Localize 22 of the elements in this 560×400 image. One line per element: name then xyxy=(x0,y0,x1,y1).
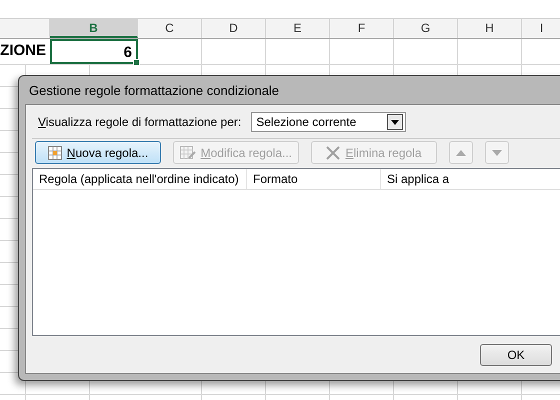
up-arrow-icon xyxy=(456,150,466,156)
grid-icon xyxy=(48,146,62,160)
column-header[interactable]: D xyxy=(202,19,266,38)
column-header[interactable]: Formato xyxy=(247,169,381,189)
close-icon xyxy=(326,146,340,160)
column-header[interactable]: Regola (applicata nell'ordine indicato) xyxy=(33,169,247,189)
column-header[interactable]: G xyxy=(394,19,458,38)
column-header[interactable]: C xyxy=(138,19,202,38)
column-header[interactable]: H xyxy=(458,19,522,38)
ok-button[interactable]: OK xyxy=(480,344,552,366)
column-header[interactable]: Si applica a xyxy=(381,169,560,189)
table-pencil-icon xyxy=(180,146,196,160)
column-header[interactable]: I xyxy=(522,19,560,38)
scope-dropdown[interactable]: Selezione corrente xyxy=(251,112,406,132)
table-cell[interactable]: 6 xyxy=(50,39,138,64)
down-arrow-icon xyxy=(492,150,502,156)
column-header[interactable]: F xyxy=(330,19,394,38)
column-header[interactable]: E xyxy=(266,19,330,38)
column-header[interactable]: B xyxy=(50,19,138,38)
filter-label: Visualizza regole di formattazione per: xyxy=(38,115,242,129)
window-title: Gestione regole formattazione condizionale xyxy=(28,82,280,100)
toolbar-button[interactable]: Nuova regola... xyxy=(35,141,161,164)
